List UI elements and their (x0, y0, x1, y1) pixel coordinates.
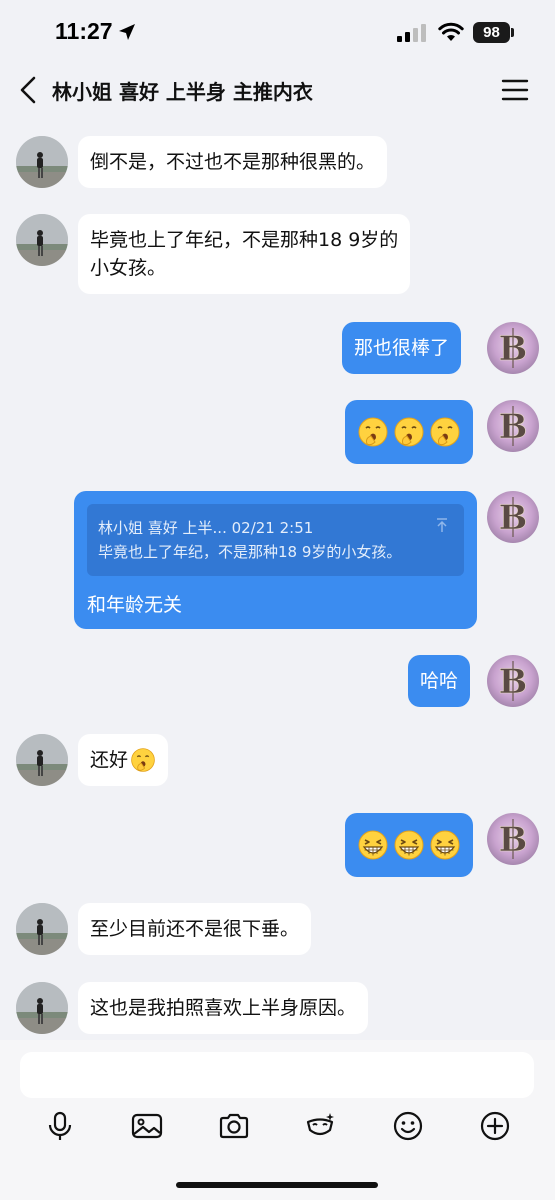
grin-emoji-icon (429, 829, 461, 861)
plus-icon[interactable] (479, 1110, 511, 1142)
grin-emoji-icon (357, 829, 389, 861)
reply-text: 和年龄无关 (87, 594, 183, 616)
message-text: 那也很棒了 (354, 337, 450, 359)
message-text: 哈哈 (420, 670, 459, 692)
location-arrow-icon (119, 24, 135, 40)
incoming-message[interactable]: 还好 (78, 734, 169, 786)
status-time: 11:27 (55, 18, 113, 44)
outgoing-emoji-message[interactable] (345, 813, 473, 877)
quote-text: 毕竟也上了年纪，不是那种18 9岁的小女孩。 (98, 543, 402, 561)
my-avatar[interactable] (487, 400, 539, 452)
menu-icon[interactable] (500, 76, 530, 104)
camera-icon[interactable] (218, 1110, 250, 1142)
incoming-message[interactable]: 倒不是，不过也不是那种很黑的。 (78, 136, 388, 188)
incoming-message[interactable]: 至少目前还不是很下垂。 (78, 903, 312, 955)
contact-avatar[interactable] (16, 734, 68, 786)
outgoing-message[interactable]: 那也很棒了 (342, 322, 462, 374)
jump-to-top-icon[interactable] (434, 517, 450, 533)
message-text: 倒不是，不过也不是那种很黑的。 (90, 151, 376, 173)
my-avatar[interactable] (487, 813, 539, 865)
contact-avatar[interactable] (16, 136, 68, 188)
message-input[interactable] (20, 1052, 534, 1098)
battery-indicator: 98 (473, 22, 510, 43)
smiley-icon[interactable] (392, 1110, 424, 1142)
incoming-message[interactable]: 这也是我拍照喜欢上半身原因。 (78, 982, 369, 1034)
my-avatar[interactable] (487, 491, 539, 543)
image-icon[interactable] (131, 1110, 163, 1142)
grin-emoji-icon (393, 829, 425, 861)
wifi-icon (438, 22, 464, 41)
contact-avatar[interactable] (16, 214, 68, 266)
nav-bar: 林小姐 喜好 上半身 主推内衣 (0, 62, 555, 118)
message-text: 这也是我拍照喜欢上半身原因。 (90, 997, 357, 1019)
outgoing-emoji-message[interactable] (345, 400, 473, 464)
magic-mask-icon[interactable] (304, 1110, 336, 1142)
quote-sender-time: 林小姐 喜好 上半... 02/21 2:51 (98, 519, 314, 537)
yawn-emoji-icon (130, 747, 156, 773)
cellular-signal-icon (397, 24, 426, 42)
microphone-icon[interactable] (44, 1110, 76, 1142)
chat-title: 林小姐 喜好 上半身 主推内衣 (52, 80, 313, 104)
yawn-emoji-icon (393, 416, 425, 448)
my-avatar[interactable] (487, 322, 539, 374)
quoted-message[interactable] (87, 504, 464, 576)
incoming-message[interactable]: 毕竟也上了年纪，不是那种18 9岁的 小女孩。 (78, 214, 411, 294)
my-avatar[interactable] (487, 655, 539, 707)
chat-screen: 11:27 98 林小姐 喜好 上半身 主推内衣 倒不是，不过也不是那种很黑的。… (0, 0, 555, 1200)
yawn-emoji-icon (357, 416, 389, 448)
contact-avatar[interactable] (16, 982, 68, 1034)
battery-nub (511, 28, 514, 37)
outgoing-message[interactable]: 哈哈 (408, 655, 471, 707)
message-line: 毕竟也上了年纪，不是那种18 9岁的 (90, 229, 399, 251)
yawn-emoji-icon (429, 416, 461, 448)
message-line: 小女孩。 (90, 257, 167, 279)
back-chevron-icon[interactable] (14, 72, 44, 108)
contact-avatar[interactable] (16, 903, 68, 955)
message-text: 至少目前还不是很下垂。 (90, 918, 300, 940)
message-text: 还好 (90, 749, 129, 771)
home-indicator (176, 1182, 378, 1188)
status-bar: 11:27 98 (0, 0, 555, 62)
